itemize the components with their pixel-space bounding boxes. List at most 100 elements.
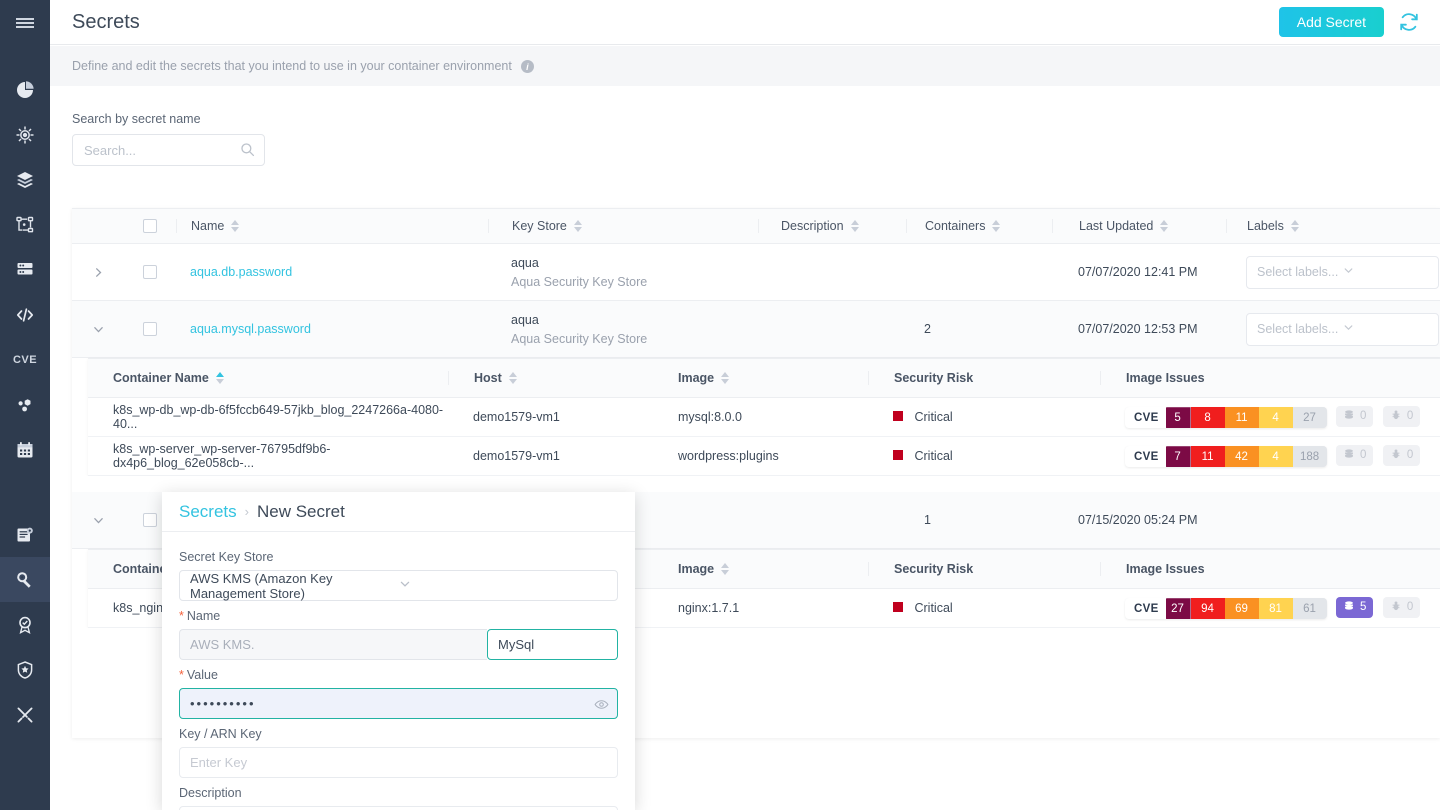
sort-icon[interactable] [992, 220, 1000, 232]
column-header-host[interactable]: Host [448, 371, 653, 385]
container-name-cell: k8s_wp-db_wp-db-6f5fccb649-57jkb_blog_22… [88, 403, 448, 431]
column-header-key-store[interactable]: Key Store [488, 219, 758, 233]
sidebar-item-administration[interactable] [0, 692, 50, 737]
breadcrumb-secrets-link[interactable]: Secrets [179, 502, 237, 522]
award-badge-icon [15, 615, 35, 635]
table-row[interactable]: aqua.mysql.password aqua Aqua Security K… [72, 301, 1440, 358]
image-issues-cell: CVE 7 11 42 4 188 0 [1100, 445, 1440, 468]
sort-icon[interactable] [1291, 220, 1299, 232]
sidebar-item-risk-explorer[interactable] [0, 112, 50, 157]
sidebar-item-scans[interactable] [0, 427, 50, 472]
search-input[interactable] [73, 135, 264, 165]
cve-severity-pill[interactable]: CVE 27 94 69 81 61 [1125, 598, 1327, 619]
value-input[interactable] [190, 696, 589, 711]
table-row[interactable]: aqua.db.password aqua Aqua Security Key … [72, 244, 1440, 301]
key-arn-input[interactable] [179, 747, 618, 778]
expand-row-chevron-right-icon[interactable] [72, 267, 124, 278]
info-banner-text: Define and edit the secrets that you int… [72, 59, 534, 73]
description-input[interactable] [179, 806, 618, 810]
secret-key-store-select[interactable]: AWS KMS (Amazon Key Management Store) [179, 570, 618, 601]
key-store-type: Aqua Security Key Store [511, 332, 758, 346]
column-header-containers[interactable]: Containers [906, 219, 1052, 233]
table-row[interactable]: k8s_wp-db_wp-db-6f5fccb649-57jkb_blog_22… [88, 398, 1440, 437]
column-header-image[interactable]: Image [653, 562, 868, 576]
bug-target-icon [15, 125, 35, 145]
column-header-description[interactable]: Description [758, 219, 906, 233]
refresh-icon[interactable] [1392, 5, 1426, 39]
image-cell: wordpress:plugins [653, 449, 868, 463]
sidebar-item-compliance[interactable] [0, 602, 50, 647]
select-all-checkbox[interactable] [143, 219, 157, 233]
sidebar-item-secrets[interactable] [0, 557, 50, 602]
sensitive-data-badge[interactable]: 0 [1383, 445, 1420, 466]
security-risk-cell: Critical [868, 601, 1100, 615]
sidebar-item-hosts[interactable] [0, 382, 50, 427]
sort-icon[interactable] [216, 372, 224, 384]
cve-count-low: 4 [1259, 407, 1293, 428]
secret-name-link[interactable]: aqua.db.password [190, 265, 292, 279]
shield-star-icon [15, 660, 35, 680]
hamburger-menu-icon[interactable] [0, 0, 50, 45]
row-checkbox[interactable] [143, 513, 157, 527]
search-icon[interactable] [240, 142, 255, 162]
sidebar-item-dashboard[interactable] [0, 67, 50, 112]
column-header-image-issues: Image Issues [1100, 371, 1440, 385]
name-input[interactable] [487, 629, 618, 660]
search-field[interactable] [72, 134, 265, 166]
column-header-container-name[interactable]: Container Name [88, 371, 448, 385]
new-secret-modal: Secrets › New Secret Secret Key Store AW… [162, 492, 635, 810]
chevron-down-icon[interactable] [399, 578, 608, 593]
sensitive-data-badge[interactable]: 0 [1383, 406, 1420, 427]
sidebar-item-policies[interactable] [0, 512, 50, 557]
value-required-marker: * [179, 668, 184, 682]
sidebar-item-cve[interactable]: CVE [0, 337, 50, 382]
column-header-name[interactable]: Name [176, 219, 488, 233]
malware-badge[interactable]: 5 [1336, 597, 1373, 618]
sidebar-item-workloads[interactable] [0, 202, 50, 247]
add-secret-button[interactable]: Add Secret [1279, 7, 1384, 37]
info-icon[interactable]: i [521, 60, 534, 73]
last-updated-cell: 07/07/2020 12:53 PM [1052, 322, 1226, 336]
name-required-marker: * [179, 609, 184, 623]
secrets-table-header: Name Key Store Description Containers La… [72, 208, 1440, 244]
sort-icon[interactable] [721, 563, 729, 575]
chevron-down-icon[interactable] [1343, 322, 1429, 336]
sensitive-data-badge[interactable]: 0 [1383, 597, 1420, 618]
labels-select[interactable]: Select labels... [1246, 256, 1439, 289]
chevron-down-icon[interactable] [1343, 265, 1429, 279]
modal-body: Secret Key Store AWS KMS (Amazon Key Man… [162, 532, 635, 810]
sort-icon[interactable] [509, 372, 517, 384]
secret-key-store-value: AWS KMS (Amazon Key Management Store) [190, 571, 399, 601]
value-field[interactable] [179, 688, 618, 719]
sort-icon[interactable] [574, 220, 582, 232]
sort-icon[interactable] [721, 372, 729, 384]
cve-severity-pill[interactable]: CVE 7 11 42 4 188 [1125, 446, 1327, 467]
name-label: *Name [179, 609, 618, 623]
column-header-security-risk: Security Risk [868, 371, 1100, 385]
eye-icon[interactable] [594, 697, 609, 717]
sidebar: CVE [0, 0, 50, 810]
table-row[interactable]: k8s_wp-server_wp-server-76795df9b6-dx4p6… [88, 437, 1440, 476]
labels-select[interactable]: Select labels... [1246, 313, 1439, 346]
tools-icon [15, 705, 35, 725]
malware-badge[interactable]: 0 [1336, 445, 1373, 466]
collapse-row-chevron-down-icon[interactable] [72, 515, 124, 526]
secret-name-link[interactable]: aqua.mysql.password [190, 322, 311, 336]
sensitive-count: 0 [1407, 449, 1413, 461]
cve-count-negligible: 61 [1293, 598, 1327, 619]
sort-icon[interactable] [851, 220, 859, 232]
sidebar-item-images[interactable] [0, 157, 50, 202]
column-header-last-updated[interactable]: Last Updated [1052, 219, 1226, 233]
column-header-image[interactable]: Image [653, 371, 868, 385]
sort-icon[interactable] [231, 220, 239, 232]
sidebar-item-infrastructure[interactable] [0, 247, 50, 292]
row-checkbox[interactable] [143, 265, 157, 279]
sidebar-item-functions[interactable] [0, 292, 50, 337]
cve-severity-pill[interactable]: CVE 5 8 11 4 27 [1125, 407, 1327, 428]
sort-icon[interactable] [1160, 220, 1168, 232]
column-header-labels[interactable]: Labels [1226, 219, 1440, 233]
row-checkbox[interactable] [143, 322, 157, 336]
sidebar-item-enforcement[interactable] [0, 647, 50, 692]
malware-badge[interactable]: 0 [1336, 406, 1373, 427]
collapse-row-chevron-down-icon[interactable] [72, 324, 124, 335]
